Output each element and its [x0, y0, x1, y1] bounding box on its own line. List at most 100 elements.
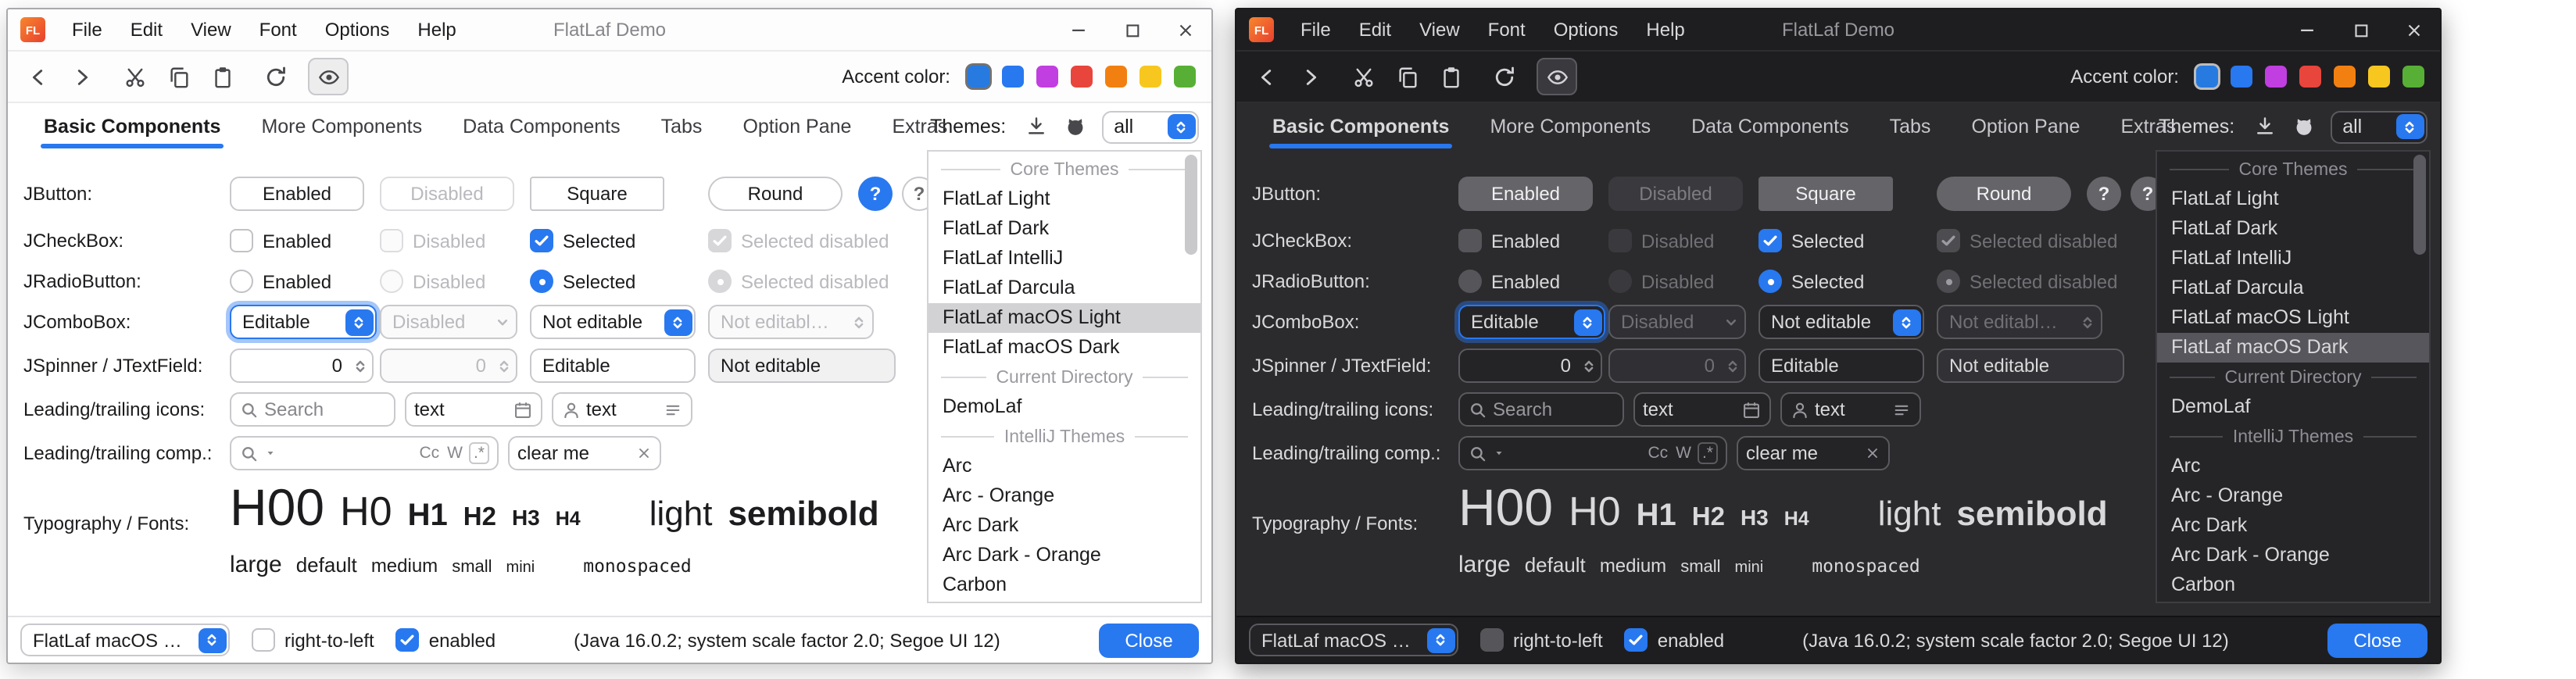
checkbox-selected[interactable]: Selected: [1758, 229, 1864, 252]
accent-swatch-red[interactable]: [1071, 66, 1093, 88]
copy-button[interactable]: [158, 58, 199, 95]
theme-item[interactable]: Arc - Orange: [2157, 481, 2429, 511]
calendar-icon[interactable]: [1741, 399, 1762, 420]
whole-word-toggle[interactable]: W: [445, 444, 464, 463]
combobox-arrow-button[interactable]: [198, 627, 226, 652]
theme-item[interactable]: Carbon: [928, 570, 1200, 600]
editable-combobox[interactable]: [1458, 305, 1605, 339]
theme-item[interactable]: DemoLaf: [928, 392, 1200, 422]
menu-help[interactable]: Help: [403, 9, 470, 50]
radio-enabled[interactable]: Enabled: [1458, 270, 1560, 293]
download-theme-button[interactable]: [2250, 111, 2281, 142]
combobox-arrow-button[interactable]: [1573, 309, 1601, 335]
cut-button[interactable]: [1343, 58, 1383, 95]
accent-swatch-magenta[interactable]: [1036, 66, 1058, 88]
date-field[interactable]: [1633, 392, 1771, 427]
accent-swatch-orange[interactable]: [1105, 66, 1127, 88]
square-button[interactable]: Square: [530, 177, 664, 211]
date-input[interactable]: [1643, 398, 1737, 420]
enabled-checkbox[interactable]: enabled: [1625, 628, 1724, 652]
menu-options[interactable]: Options: [311, 9, 404, 50]
theme-item[interactable]: Arc Dark - Orange: [928, 541, 1200, 570]
back-button[interactable]: [1246, 58, 1286, 95]
search-with-options-field[interactable]: Cc W .*: [230, 436, 499, 470]
spinner[interactable]: [230, 348, 374, 383]
theme-item[interactable]: DemoLaf: [2157, 392, 2429, 422]
github-button[interactable]: [1060, 111, 1090, 142]
cut-button[interactable]: [114, 58, 155, 95]
theme-item[interactable]: FlatLaf macOS Light: [928, 303, 1200, 333]
menu-font[interactable]: Font: [1474, 9, 1540, 50]
date-input[interactable]: [414, 398, 508, 420]
editable-combobox-input[interactable]: [1460, 311, 1571, 333]
accent-swatch-orange[interactable]: [2334, 66, 2356, 88]
back-button[interactable]: [17, 58, 58, 95]
search-options-input[interactable]: [1510, 442, 1641, 464]
accent-swatch-blue[interactable]: [1002, 66, 1024, 88]
titlebar[interactable]: FL File Edit View Font Options Help Flat…: [8, 9, 1211, 52]
menu-help[interactable]: Help: [1632, 9, 1698, 50]
theme-item[interactable]: FlatLaf Light: [928, 184, 1200, 214]
round-button[interactable]: Round: [708, 177, 843, 211]
caret-down-icon[interactable]: [1493, 447, 1505, 459]
theme-item[interactable]: FlatLaf Darcula: [2157, 273, 2429, 303]
editable-textfield[interactable]: [1758, 348, 1924, 383]
tab-basic-components[interactable]: Basic Components: [23, 103, 241, 150]
theme-item[interactable]: Arc Dark: [2157, 511, 2429, 541]
tab-more-components[interactable]: More Components: [241, 103, 442, 150]
whole-word-toggle[interactable]: W: [1674, 444, 1693, 463]
accent-swatch-magenta[interactable]: [2265, 66, 2287, 88]
theme-filter-combobox[interactable]: all: [2330, 110, 2428, 143]
menu-options[interactable]: Options: [1540, 9, 1633, 50]
theme-item[interactable]: FlatLaf IntelliJ: [928, 244, 1200, 273]
refresh-button[interactable]: [255, 58, 295, 95]
theme-item[interactable]: FlatLaf Light: [2157, 184, 2429, 214]
match-case-toggle[interactable]: Cc: [1646, 444, 1669, 463]
caret-down-icon[interactable]: [264, 447, 277, 459]
combobox-arrow-button[interactable]: [664, 309, 692, 335]
right-to-left-checkbox[interactable]: right-to-left: [1480, 628, 1603, 652]
spinner-input[interactable]: [1460, 355, 1576, 377]
user-field[interactable]: [1780, 392, 1921, 427]
titlebar[interactable]: FL File Edit View Font Options Help Flat…: [1236, 9, 2440, 52]
spinner-arrows-icon[interactable]: [347, 357, 372, 374]
theme-item[interactable]: FlatLaf macOS Dark: [2157, 333, 2429, 363]
theme-item[interactable]: FlatLaf Darcula: [928, 273, 1200, 303]
help-button-primary[interactable]: ?: [2087, 177, 2121, 211]
search-input[interactable]: [1493, 398, 1615, 420]
help-button-primary[interactable]: ?: [858, 177, 893, 211]
accent-swatch-green[interactable]: [2402, 66, 2424, 88]
accent-swatch-yellow[interactable]: [1140, 66, 1161, 88]
minimize-button[interactable]: [1052, 9, 1105, 50]
theme-item[interactable]: FlatLaf macOS Dark: [928, 333, 1200, 363]
show-hidden-toggle[interactable]: [308, 58, 349, 95]
minimize-button[interactable]: [2281, 9, 2334, 50]
theme-item[interactable]: Arc: [928, 452, 1200, 481]
scrollbar-thumb[interactable]: [1185, 155, 1197, 255]
tab-data-components[interactable]: Data Components: [1671, 103, 1869, 150]
spinner-arrows-icon[interactable]: [1576, 357, 1601, 374]
close-window-button[interactable]: [2387, 9, 2440, 50]
tab-more-components[interactable]: More Components: [1469, 103, 1671, 150]
search-options-input[interactable]: [281, 442, 413, 464]
clear-icon[interactable]: [1865, 445, 1880, 461]
user-input[interactable]: [1815, 398, 1887, 420]
menu-file[interactable]: File: [58, 9, 116, 50]
date-field[interactable]: [405, 392, 542, 427]
search-field[interactable]: [230, 392, 395, 427]
close-window-button[interactable]: [1158, 9, 1211, 50]
enabled-button[interactable]: Enabled: [230, 177, 364, 211]
download-theme-button[interactable]: [1021, 111, 1052, 142]
menu-edit[interactable]: Edit: [1345, 9, 1405, 50]
regex-toggle[interactable]: .*: [469, 442, 489, 464]
user-input[interactable]: [586, 398, 658, 420]
tab-option-pane[interactable]: Option Pane: [1951, 103, 2100, 150]
tab-extras[interactable]: Extras: [871, 103, 968, 150]
regex-toggle[interactable]: .*: [1698, 442, 1718, 464]
themes-scrollbar[interactable]: [1185, 155, 1197, 599]
editable-combobox-input[interactable]: [231, 311, 342, 333]
spinner[interactable]: [1458, 348, 1602, 383]
menu-icon[interactable]: [1891, 399, 1912, 420]
scrollbar-thumb[interactable]: [2413, 155, 2426, 255]
editable-combobox[interactable]: [230, 305, 377, 339]
